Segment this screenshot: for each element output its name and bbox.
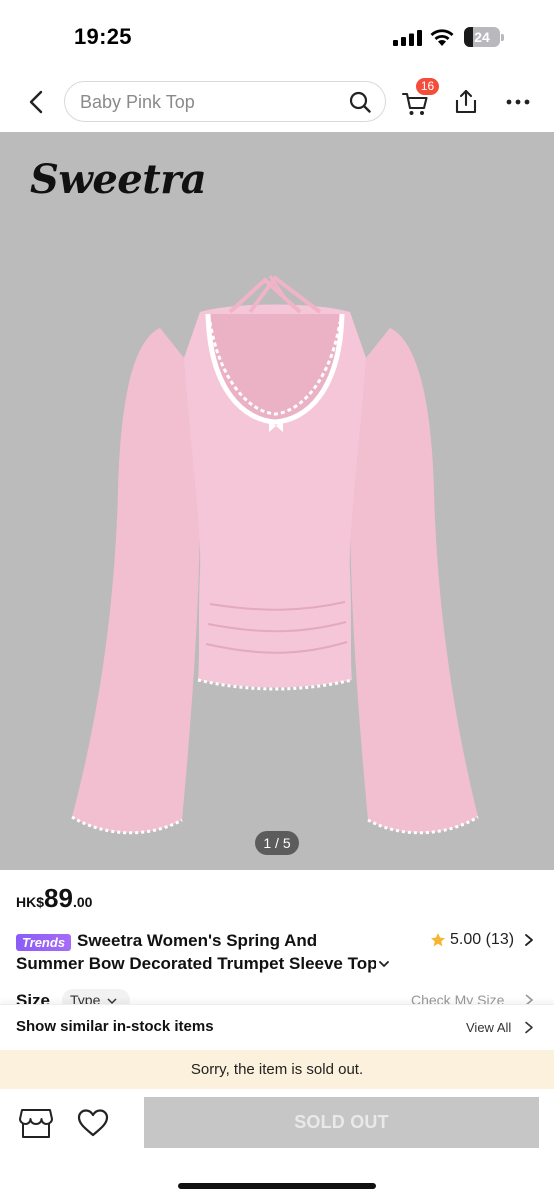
price-integer: 89 — [44, 883, 73, 913]
bottom-action-bar: SOLD OUT — [0, 1089, 554, 1200]
battery-level: 24 — [474, 29, 490, 45]
product-title-line-2: Summer Bow Decorated Trumpet Sleeve Top — [16, 954, 376, 973]
price-currency: HK$ — [16, 894, 45, 910]
share-icon[interactable] — [452, 88, 480, 116]
battery-icon: 24 — [464, 27, 504, 47]
view-all-link[interactable]: View All — [466, 1020, 511, 1035]
status-bar: 19:25 24 — [0, 0, 554, 72]
chevron-right-icon — [525, 934, 533, 946]
back-button[interactable] — [20, 86, 52, 118]
star-icon — [431, 933, 445, 947]
brand-logo: Sweetra — [30, 156, 207, 203]
rating-value: 5.00 (13) — [450, 931, 515, 948]
product-image — [71, 275, 479, 835]
product-title-line-1: Sweetra Women's Spring And — [77, 931, 318, 950]
store-icon[interactable] — [18, 1106, 54, 1140]
more-options-icon[interactable] — [504, 90, 532, 114]
product-image-gallery[interactable]: Sweetra 1 / 5 — [0, 132, 554, 870]
home-indicator[interactable] — [178, 1183, 376, 1189]
chevron-down-icon[interactable] — [378, 958, 390, 970]
product-price: HK$89.00 — [16, 883, 92, 914]
sold-out-banner: Sorry, the item is sold out. — [0, 1050, 554, 1089]
price-decimal: .00 — [72, 894, 93, 910]
search-icon[interactable] — [349, 91, 371, 113]
trends-badge: Trends — [16, 934, 71, 951]
sold-out-message: Sorry, the item is sold out. — [190, 1061, 364, 1078]
top-nav: Baby Pink Top 16 — [0, 72, 554, 132]
chevron-right-icon — [525, 1021, 533, 1034]
sold-out-button[interactable]: SOLD OUT — [144, 1097, 539, 1148]
search-placeholder: Baby Pink Top — [80, 92, 195, 112]
status-time: 19:25 — [74, 24, 132, 49]
heart-icon[interactable] — [76, 1107, 110, 1139]
similar-items-bar[interactable]: Show similar in-stock items View All — [0, 1004, 554, 1049]
cart-count-badge: 16 — [416, 78, 439, 95]
similar-items-label: Show similar in-stock items — [16, 1018, 214, 1035]
wifi-icon — [430, 29, 454, 46]
chevron-left-icon — [29, 90, 43, 114]
image-counter: 1 / 5 — [255, 831, 299, 855]
search-input[interactable]: Baby Pink Top — [64, 81, 386, 122]
cellular-signal-icon — [393, 30, 422, 46]
product-rating[interactable]: 5.00 (13) — [430, 930, 535, 950]
